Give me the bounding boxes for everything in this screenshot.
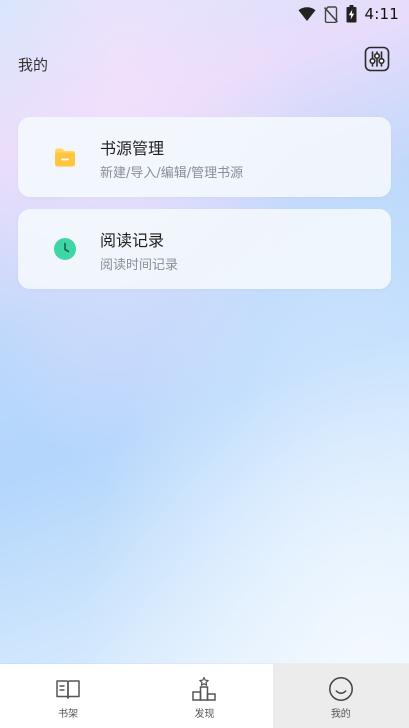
sliders-icon xyxy=(364,46,390,76)
background-gradient xyxy=(0,0,409,728)
reading-history-card[interactable]: 阅读记录 阅读时间记录 xyxy=(18,209,391,289)
wifi-icon xyxy=(298,6,316,22)
card-title: 阅读记录 xyxy=(100,231,165,250)
battery-charging-icon xyxy=(346,5,357,23)
nav-label: 我的 xyxy=(330,709,351,720)
card-title: 书源管理 xyxy=(100,139,165,158)
no-sim-icon xyxy=(323,5,338,23)
nav-item-mine[interactable]: 我的 xyxy=(272,664,409,728)
page-title: 我的 xyxy=(18,56,49,74)
nav-item-discover[interactable]: 发现 xyxy=(136,664,272,728)
nav-label: 发现 xyxy=(194,709,215,720)
card-subtitle: 阅读时间记录 xyxy=(100,258,179,273)
smile-icon xyxy=(328,676,354,702)
clock-icon xyxy=(53,237,77,261)
status-clock: 4:11 xyxy=(364,5,399,23)
status-bar: 4:11 xyxy=(0,0,409,28)
status-icons: 4:11 xyxy=(298,3,399,25)
nav-label: 书架 xyxy=(58,709,79,720)
book-icon xyxy=(55,676,81,702)
nav-item-bookshelf[interactable]: 书架 xyxy=(0,664,136,728)
bottom-navigation: 书架 发现 我的 xyxy=(0,664,409,728)
folder-icon xyxy=(53,145,77,169)
card-subtitle: 新建/导入/编辑/管理书源 xyxy=(100,166,244,181)
settings-button[interactable] xyxy=(363,46,391,76)
book-source-management-card[interactable]: 书源管理 新建/导入/编辑/管理书源 xyxy=(18,117,391,197)
podium-icon xyxy=(191,676,217,702)
